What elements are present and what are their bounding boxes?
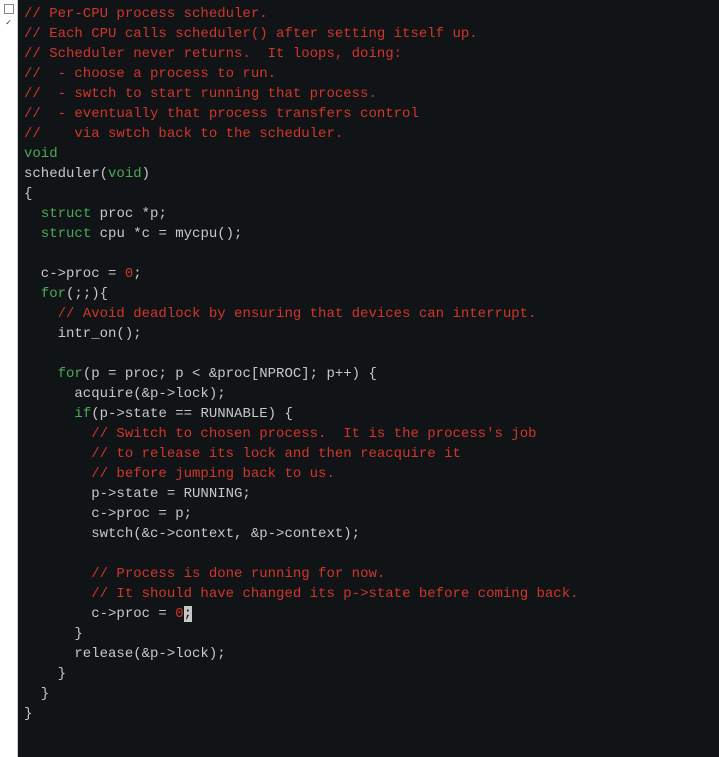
code-text: } <box>24 666 66 682</box>
comment-line: // via swtch back to the scheduler. <box>24 126 343 142</box>
text-cursor: ; <box>184 606 192 622</box>
code-text <box>24 306 58 322</box>
keyword-void: void <box>108 166 142 182</box>
code-editor[interactable]: // Per-CPU process scheduler. // Each CP… <box>18 0 719 757</box>
code-text: { <box>24 186 32 202</box>
keyword-struct: struct <box>41 206 91 222</box>
code-text: p->state = RUNNING; <box>24 486 251 502</box>
code-text <box>24 466 91 482</box>
code-text: } <box>24 686 49 702</box>
code-text: acquire(&p->lock); <box>24 386 226 402</box>
code-text: swtch(&c->context, &p->context); <box>24 526 360 542</box>
comment-line: // before jumping back to us. <box>91 466 335 482</box>
code-text: (p = proc; p < &proc[NPROC]; p++) { <box>83 366 377 382</box>
check-icon[interactable]: ✓ <box>4 18 14 28</box>
code-text: proc *p; <box>91 206 167 222</box>
comment-line: // Per-CPU process scheduler. <box>24 6 268 22</box>
code-text <box>24 226 41 242</box>
comment-line: // Scheduler never returns. It loops, do… <box>24 46 402 62</box>
code-text <box>24 566 91 582</box>
code-text: } <box>24 626 83 642</box>
code-text: release(&p->lock); <box>24 646 226 662</box>
code-text: (;;){ <box>66 286 108 302</box>
code-text: ; <box>133 266 141 282</box>
comment-line: // - eventually that process transfers c… <box>24 106 419 122</box>
code-text <box>24 446 91 462</box>
code-text: c->proc = p; <box>24 506 192 522</box>
keyword-struct: struct <box>41 226 91 242</box>
comment-line: // Each CPU calls scheduler() after sett… <box>24 26 478 42</box>
comment-line: // It should have changed its p->state b… <box>91 586 578 602</box>
editor-gutter: ✓ <box>0 0 18 757</box>
code-text <box>24 426 91 442</box>
code-text <box>24 206 41 222</box>
code-text: scheduler( <box>24 166 108 182</box>
code-text: cpu *c = mycpu(); <box>91 226 242 242</box>
code-text: c->proc = <box>24 266 125 282</box>
code-text <box>24 406 74 422</box>
code-text <box>24 586 91 602</box>
number-literal: 0 <box>125 266 133 282</box>
comment-line: // Process is done running for now. <box>91 566 385 582</box>
comment-line: // Switch to chosen process. It is the p… <box>91 426 536 442</box>
comment-line: // - choose a process to run. <box>24 66 276 82</box>
comment-line: // Avoid deadlock by ensuring that devic… <box>58 306 537 322</box>
comment-line: // - swtch to start running that process… <box>24 86 377 102</box>
code-text <box>24 286 41 302</box>
code-text: } <box>24 706 32 722</box>
keyword-if: if <box>74 406 91 422</box>
code-text: (p->state == RUNNABLE) { <box>91 406 293 422</box>
keyword-void: void <box>24 146 58 162</box>
comment-line: // to release its lock and then reacquir… <box>91 446 461 462</box>
code-text: c->proc = <box>24 606 175 622</box>
keyword-for: for <box>41 286 66 302</box>
code-text: ) <box>142 166 150 182</box>
keyword-for: for <box>58 366 83 382</box>
code-text: intr_on(); <box>24 326 142 342</box>
number-literal: 0 <box>175 606 183 622</box>
code-text <box>24 366 58 382</box>
